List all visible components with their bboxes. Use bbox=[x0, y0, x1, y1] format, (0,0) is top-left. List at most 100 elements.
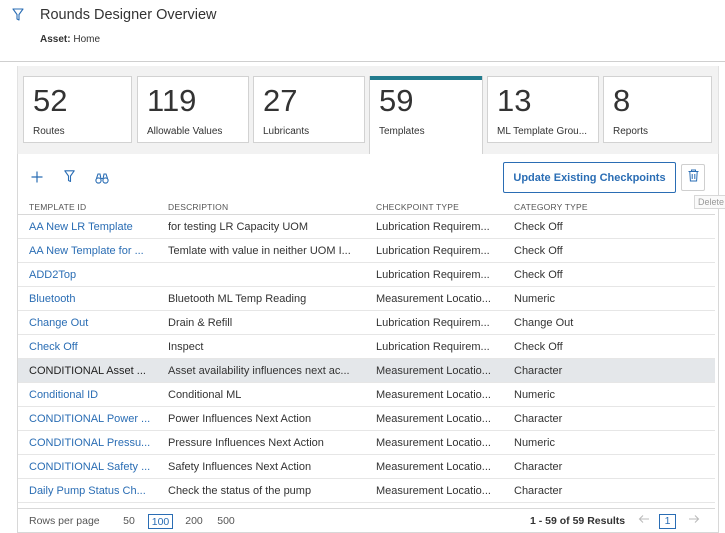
table-row[interactable]: CONDITIONAL Safety ... Safety Influences… bbox=[18, 455, 715, 479]
table-row[interactable]: ADD2Top Lubrication Requirem... Check Of… bbox=[18, 263, 715, 287]
category-type-cell: Character bbox=[514, 485, 563, 497]
tile-lubricants[interactable]: 27 Lubricants bbox=[253, 76, 365, 143]
template-id-link[interactable]: AA New LR Template bbox=[29, 215, 164, 239]
pagination-footer: Rows per page 50 100 200 500 1 - 59 of 5… bbox=[18, 508, 715, 533]
category-type-cell: Character bbox=[514, 413, 563, 425]
category-type-cell: Check Off bbox=[514, 341, 563, 353]
tile-count: 13 bbox=[497, 83, 532, 118]
filter-icon[interactable] bbox=[64, 170, 75, 188]
template-id-link[interactable]: CONDITIONAL Pressu... bbox=[29, 431, 164, 455]
header-divider bbox=[0, 61, 725, 62]
description-cell bbox=[168, 263, 368, 287]
column-header-checkpoint-type[interactable]: CHECKPOINT TYPE bbox=[376, 202, 459, 212]
table-row[interactable]: AA New Template for ... Temlate with val… bbox=[18, 239, 715, 263]
template-id-link[interactable]: ADD2Top bbox=[29, 263, 164, 287]
rows-option-50[interactable]: 50 bbox=[121, 514, 137, 529]
tile-ml-template-groups[interactable]: 13 ML Template Grou... bbox=[487, 76, 599, 143]
filter-icon[interactable] bbox=[12, 8, 24, 22]
checkpoint-type-cell: Measurement Locatio... bbox=[376, 437, 491, 449]
update-existing-checkpoints-button[interactable]: Update Existing Checkpoints bbox=[503, 162, 676, 193]
category-type-cell: Check Off bbox=[514, 269, 563, 281]
template-id-link[interactable]: Conditional ID bbox=[29, 383, 164, 407]
asset-value[interactable]: Home bbox=[73, 34, 100, 45]
results-count: 1 - 59 of 59 Results bbox=[530, 515, 626, 527]
tile-label: Lubricants bbox=[263, 126, 310, 137]
template-id-link[interactable]: CONDITIONAL Asset ... bbox=[29, 359, 164, 383]
tile-label: Templates bbox=[379, 126, 425, 137]
plus-icon[interactable] bbox=[31, 170, 43, 188]
checkpoint-type-cell: Lubrication Requirem... bbox=[376, 317, 490, 329]
description-cell: Bluetooth ML Temp Reading bbox=[168, 293, 307, 305]
category-type-cell: Numeric bbox=[514, 389, 555, 401]
tile-count: 27 bbox=[263, 83, 298, 118]
checkpoint-type-cell: Lubrication Requirem... bbox=[376, 341, 490, 353]
rows-per-page-label: Rows per page bbox=[29, 515, 100, 527]
checkpoint-type-cell: Measurement Locatio... bbox=[376, 485, 491, 497]
template-id-link[interactable]: AA New Template for ... bbox=[29, 239, 164, 263]
tile-count: 52 bbox=[33, 83, 68, 118]
page-title: Rounds Designer Overview bbox=[40, 7, 217, 23]
tile-label: Allowable Values bbox=[147, 126, 223, 137]
template-id-link[interactable]: Daily Pump Status Ch... bbox=[29, 479, 164, 503]
description-cell: Inspect bbox=[168, 341, 204, 353]
tile-reports[interactable]: 8 Reports bbox=[603, 76, 712, 143]
arrow-left-icon[interactable] bbox=[638, 513, 650, 528]
delete-tooltip: Delete bbox=[694, 195, 725, 209]
rows-option-200[interactable]: 200 bbox=[182, 514, 206, 529]
column-header-template-id[interactable]: TEMPLATE ID bbox=[29, 202, 86, 212]
current-page[interactable]: 1 bbox=[659, 514, 676, 529]
tile-count: 119 bbox=[147, 83, 197, 118]
tile-templates[interactable]: 59 Templates bbox=[370, 76, 482, 154]
checkpoint-type-cell: Lubrication Requirem... bbox=[376, 269, 490, 281]
tile-label: ML Template Grou... bbox=[497, 126, 588, 137]
category-type-cell: Check Off bbox=[514, 221, 563, 233]
column-header-description[interactable]: DESCRIPTION bbox=[168, 202, 228, 212]
description-cell: for testing LR Capacity UOM bbox=[168, 221, 308, 233]
category-type-cell: Numeric bbox=[514, 437, 555, 449]
tile-allowable-values[interactable]: 119 Allowable Values bbox=[137, 76, 249, 143]
table-row[interactable]: Bluetooth Bluetooth ML Temp Reading Meas… bbox=[18, 287, 715, 311]
trash-icon bbox=[688, 169, 699, 187]
category-type-cell: Check Off bbox=[514, 245, 563, 257]
table-row[interactable]: Change Out Drain & Refill Lubrication Re… bbox=[18, 311, 715, 335]
table-row[interactable]: Check Off Inspect Lubrication Requirem..… bbox=[18, 335, 715, 359]
checkpoint-type-cell: Measurement Locatio... bbox=[376, 365, 491, 377]
description-cell: Power Influences Next Action bbox=[168, 413, 312, 425]
binoculars-icon[interactable] bbox=[95, 171, 109, 189]
template-id-link[interactable]: Change Out bbox=[29, 311, 164, 335]
template-id-link[interactable]: CONDITIONAL Safety ... bbox=[29, 455, 164, 479]
checkpoint-type-cell: Measurement Locatio... bbox=[376, 389, 491, 401]
checkpoint-type-cell: Measurement Locatio... bbox=[376, 413, 491, 425]
description-cell: Check the status of the pump bbox=[168, 485, 312, 497]
table-row[interactable]: CONDITIONAL Pressu... Pressure Influence… bbox=[18, 431, 715, 455]
template-id-link[interactable]: Bluetooth bbox=[29, 287, 164, 311]
category-type-cell: Character bbox=[514, 365, 563, 377]
table-row-selected[interactable]: CONDITIONAL Asset ... Asset availability… bbox=[18, 359, 715, 383]
template-id-link[interactable]: CONDITIONAL Power ... bbox=[29, 407, 164, 431]
table-row[interactable]: Conditional ID Conditional ML Measuremen… bbox=[18, 383, 715, 407]
table-row[interactable]: Daily Pump Status Ch... Check the status… bbox=[18, 479, 715, 503]
category-type-cell: Character bbox=[514, 461, 563, 473]
checkpoint-type-cell: Measurement Locatio... bbox=[376, 461, 491, 473]
description-cell: Pressure Influences Next Action bbox=[168, 437, 324, 449]
table-row[interactable]: AA New LR Template for testing LR Capaci… bbox=[18, 215, 715, 239]
tile-label: Reports bbox=[613, 126, 649, 137]
checkpoint-type-cell: Lubrication Requirem... bbox=[376, 245, 490, 257]
checkpoint-type-cell: Lubrication Requirem... bbox=[376, 221, 490, 233]
tile-count: 8 bbox=[613, 83, 631, 118]
rows-option-500[interactable]: 500 bbox=[214, 514, 238, 529]
description-cell: Drain & Refill bbox=[168, 317, 233, 329]
table-row[interactable]: CONDITIONAL Power ... Power Influences N… bbox=[18, 407, 715, 431]
description-cell: Conditional ML bbox=[168, 389, 242, 401]
rows-option-100[interactable]: 100 bbox=[148, 514, 173, 529]
checkpoint-type-cell: Measurement Locatio... bbox=[376, 293, 491, 305]
arrow-right-icon[interactable] bbox=[688, 513, 700, 528]
category-type-cell: Numeric bbox=[514, 293, 555, 305]
tile-routes[interactable]: 52 Routes bbox=[23, 76, 132, 143]
template-id-link[interactable]: Check Off bbox=[29, 335, 164, 359]
column-header-category-type[interactable]: CATEGORY TYPE bbox=[514, 202, 588, 212]
category-type-cell: Change Out bbox=[514, 317, 574, 329]
page-header: Rounds Designer Overview Asset: Home bbox=[0, 0, 725, 56]
delete-button[interactable] bbox=[681, 164, 705, 191]
tile-count: 59 bbox=[379, 83, 414, 118]
